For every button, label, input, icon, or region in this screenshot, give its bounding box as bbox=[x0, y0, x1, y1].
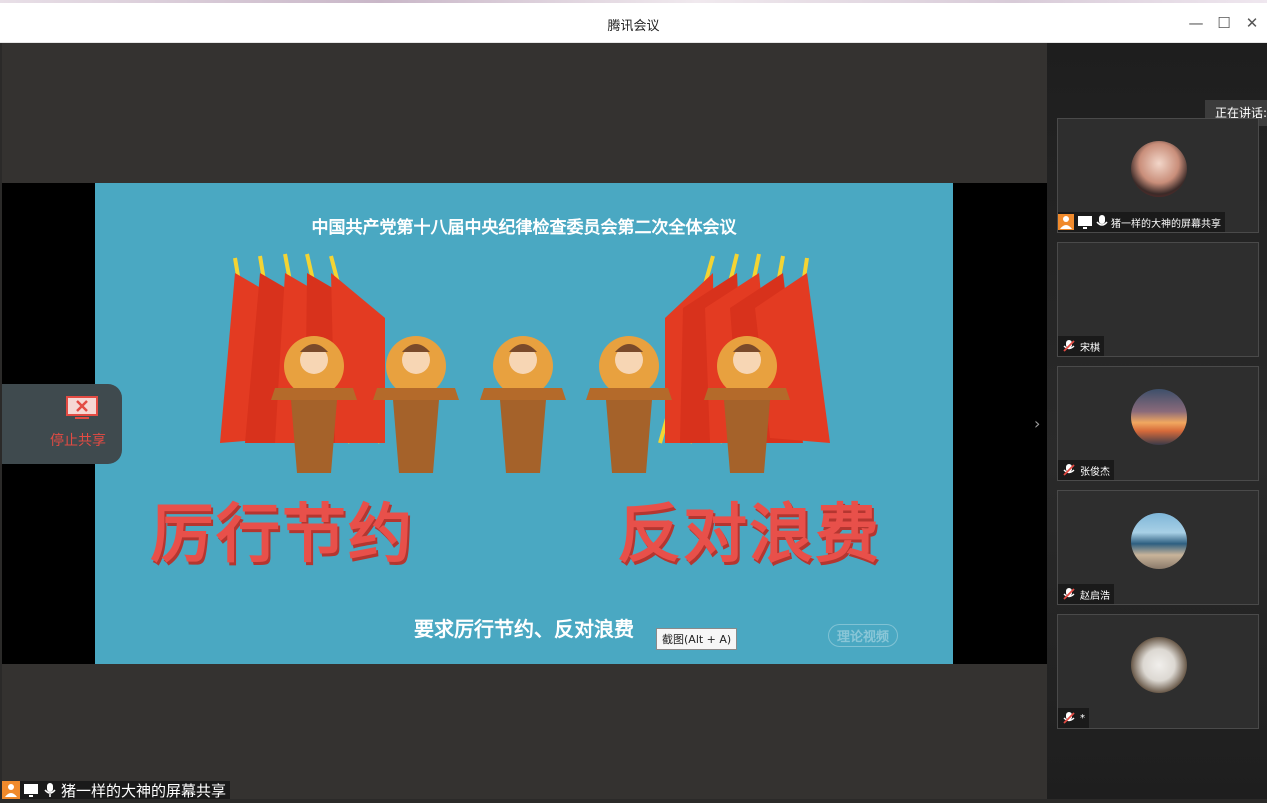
participant-tile[interactable]: 赵启浩 bbox=[1057, 490, 1259, 605]
close-button[interactable]: ✕ bbox=[1240, 11, 1264, 35]
avatar bbox=[1131, 637, 1187, 693]
shared-screen-letterbox: 中国共产党第十八届中央纪律检查委员会第二次全体会议 厉行节约 反对浪费 要求厉行… bbox=[2, 183, 1047, 664]
screen-share-icon bbox=[1078, 216, 1092, 229]
microphone-muted-icon bbox=[1063, 340, 1075, 352]
speaker-3 bbox=[480, 336, 566, 473]
microphone-icon bbox=[44, 783, 56, 797]
microphone-icon bbox=[1096, 215, 1108, 226]
user-icon bbox=[2, 781, 20, 799]
microphone-muted-icon bbox=[1063, 588, 1075, 600]
participant-name: * bbox=[1080, 712, 1085, 724]
avatar bbox=[1131, 141, 1187, 197]
slide-subtitle: 要求厉行节约、反对浪费 bbox=[414, 617, 634, 641]
shared-screen-area: 中国共产党第十八届中央纪律检查委员会第二次全体会议 厉行节约 反对浪费 要求厉行… bbox=[2, 43, 1047, 799]
participant-name: 张俊杰 bbox=[1080, 466, 1110, 478]
microphone-muted-icon bbox=[1063, 464, 1075, 476]
participant-tile[interactable]: 猪一样的大神的屏幕共享 bbox=[1057, 118, 1259, 233]
participant-label: * bbox=[1058, 708, 1089, 728]
shared-slide: 中国共产党第十八届中央纪律检查委员会第二次全体会议 厉行节约 反对浪费 要求厉行… bbox=[95, 183, 953, 664]
participant-label: 赵启浩 bbox=[1058, 584, 1114, 604]
maximize-button[interactable]: ☐ bbox=[1212, 11, 1236, 35]
participant-name: 赵启浩 bbox=[1080, 590, 1110, 602]
user-icon bbox=[1058, 214, 1074, 230]
slogan-right: 反对浪费 bbox=[617, 498, 881, 572]
participant-tile[interactable]: 宋棋 bbox=[1057, 242, 1259, 357]
slide-watermark: 理论视频 bbox=[828, 624, 899, 647]
stop-share-button[interactable]: 停止共享 bbox=[2, 384, 122, 464]
microphone-muted-icon bbox=[1063, 712, 1075, 724]
title-bar: 腾讯会议 — ☐ ✕ bbox=[0, 3, 1267, 43]
stop-share-label: 停止共享 bbox=[50, 433, 106, 449]
minimize-button[interactable]: — bbox=[1184, 11, 1208, 35]
chevron-right-icon[interactable]: › bbox=[1034, 414, 1040, 433]
window-title: 腾讯会议 bbox=[607, 19, 660, 34]
screen-share-icon bbox=[24, 784, 38, 797]
participant-label: 猪一样的大神的屏幕共享 bbox=[1058, 212, 1225, 232]
main-share-label: 猪一样的大神的屏幕共享 bbox=[2, 781, 231, 800]
speaker-2 bbox=[373, 336, 459, 473]
slide-top-text: 中国共产党第十八届中央纪律检查委员会第二次全体会议 bbox=[311, 218, 737, 238]
main-share-text: 猪一样的大神的屏幕共享 bbox=[61, 781, 227, 800]
participant-tile[interactable]: 张俊杰 bbox=[1057, 366, 1259, 481]
participant-label: 宋棋 bbox=[1058, 336, 1104, 356]
speaker-4 bbox=[586, 336, 672, 473]
participant-name: 猪一样的大神的屏幕共享 bbox=[1111, 218, 1221, 230]
participant-name: 宋棋 bbox=[1080, 342, 1100, 354]
avatar bbox=[1131, 389, 1187, 445]
participant-label: 张俊杰 bbox=[1058, 460, 1114, 480]
stop-share-icon bbox=[66, 396, 98, 419]
screenshot-tooltip: 截图(Alt + A) bbox=[656, 628, 738, 650]
participant-tile[interactable]: * bbox=[1057, 614, 1259, 729]
podium-illustration bbox=[220, 253, 830, 473]
avatar bbox=[1131, 513, 1187, 569]
slogan-left: 厉行节约 bbox=[150, 498, 414, 572]
